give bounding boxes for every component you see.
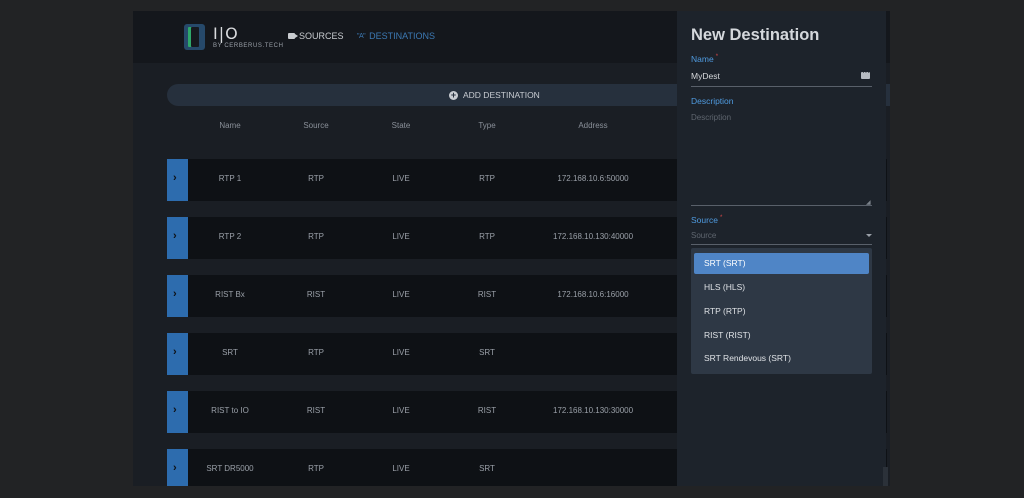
name-input[interactable]: MyDest [691, 71, 720, 81]
cell-state: LIVE [392, 348, 410, 357]
destination-icon: "A" [357, 32, 366, 40]
source-option[interactable]: HLS (HLS) [694, 277, 869, 298]
cell-state: LIVE [392, 174, 410, 183]
cell-type: RTP [479, 232, 495, 241]
scrollbar-thumb[interactable] [883, 467, 888, 486]
cell-address: 172.168.10.130:30000 [553, 406, 634, 415]
cell-type: RIST [477, 406, 497, 415]
chevron-right-icon: › [173, 230, 177, 242]
cell-source: RTP [308, 232, 324, 241]
cell-state: LIVE [392, 464, 410, 473]
brand-name: I|O [213, 24, 239, 43]
cell-name: RIST to IO [211, 406, 249, 415]
expand-row-button[interactable]: › [167, 449, 188, 486]
chevron-right-icon: › [173, 404, 177, 416]
chevron-right-icon: › [173, 462, 177, 474]
source-option[interactable]: RTP (RTP) [694, 301, 869, 322]
column-header-name[interactable]: Name [190, 121, 270, 130]
cell-type: RTP [479, 174, 495, 183]
source-select-underline [691, 244, 872, 245]
cell-source: RTP [308, 348, 324, 357]
chevron-right-icon: › [173, 288, 177, 300]
nav-destinations-label: DESTINATIONS [369, 31, 435, 41]
expand-row-button[interactable]: › [167, 159, 188, 201]
cell-name: SRT DR5000 [206, 464, 254, 473]
expand-row-button[interactable]: › [167, 391, 188, 433]
logo-icon [184, 24, 205, 50]
cell-address: 172.168.10.6:50000 [557, 174, 629, 183]
source-dropdown-menu: SRT (SRT) HLS (HLS) RTP (RTP) RIST (RIST… [691, 248, 872, 374]
nav-destinations-link[interactable]: "A" DESTINATIONS [357, 31, 435, 41]
column-header-type[interactable]: Type [447, 121, 527, 130]
cell-source: RTP [308, 464, 324, 473]
source-option[interactable]: RIST (RIST) [694, 325, 869, 346]
name-label-text: Name [691, 54, 714, 64]
cell-name: RTP 2 [218, 232, 242, 241]
chevron-right-icon: › [173, 172, 177, 184]
column-header-state[interactable]: State [361, 121, 441, 130]
panel-title: New Destination [691, 26, 820, 44]
nav-sources-link[interactable]: SOURCES [288, 31, 344, 41]
cell-name: SRT [222, 348, 238, 357]
expand-row-button[interactable]: › [167, 217, 188, 259]
nav-sources-label: SOURCES [299, 31, 344, 41]
cell-name: RTP 1 [218, 174, 242, 183]
cell-name: RIST Bx [215, 290, 245, 299]
expand-row-button[interactable]: › [167, 333, 188, 375]
cell-source: RIST [306, 290, 326, 299]
camera-icon [288, 33, 298, 39]
description-textarea[interactable]: Description [691, 113, 731, 122]
cell-state: LIVE [392, 290, 410, 299]
brand-tagline: BY CERBERUS.TECH [213, 43, 284, 49]
cell-state: LIVE [392, 232, 410, 241]
caret-down-icon[interactable] [866, 234, 872, 237]
name-field-label: Name * [691, 54, 718, 64]
chevron-right-icon: › [173, 346, 177, 358]
cell-source: RTP [308, 174, 324, 183]
source-select[interactable]: Source [691, 231, 716, 240]
source-option[interactable]: SRT Rendevous (SRT) [694, 348, 869, 369]
add-destination-label: ADD DESTINATION [463, 90, 540, 100]
resize-handle-icon[interactable]: ◢ [866, 199, 871, 206]
new-destination-panel: New Destination Name* MyDest Description… [677, 11, 886, 486]
source-label-text: Source [691, 215, 718, 225]
more-icon[interactable] [861, 68, 870, 79]
source-option[interactable]: SRT (SRT) [694, 253, 869, 274]
cell-state: LIVE [392, 406, 410, 415]
expand-row-button[interactable]: › [167, 275, 188, 317]
cell-type: RIST [477, 290, 497, 299]
cell-address: 172.168.10.130:40000 [553, 232, 634, 241]
required-marker: * [715, 54, 719, 60]
required-marker: * [719, 215, 723, 221]
source-field-label: Source * [691, 215, 722, 225]
description-underline [691, 205, 872, 206]
cell-type: SRT [479, 348, 495, 357]
name-input-underline [691, 86, 872, 87]
plus-circle-icon: + [449, 89, 458, 100]
column-header-source[interactable]: Source [276, 121, 356, 130]
description-label: Description [691, 96, 734, 106]
cell-type: SRT [479, 464, 495, 473]
column-header-address[interactable]: Address [553, 121, 633, 130]
cell-source: RIST [306, 406, 326, 415]
cell-address: 172.168.10.6:16000 [557, 290, 629, 299]
